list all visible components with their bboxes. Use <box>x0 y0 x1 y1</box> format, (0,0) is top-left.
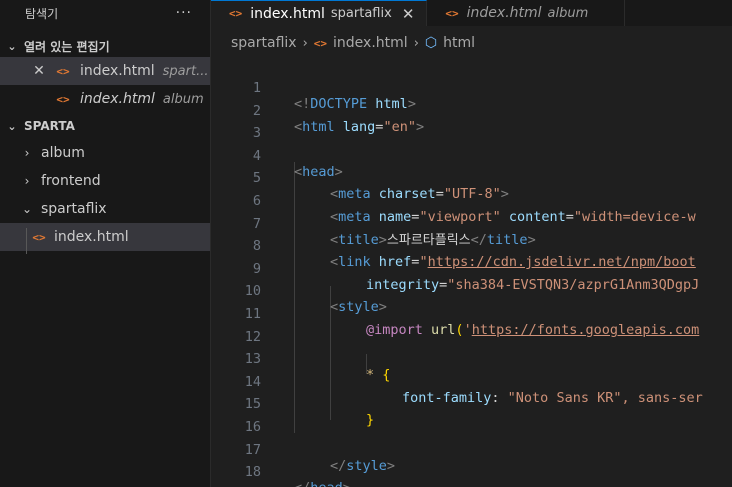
code-line: 16 <box>211 400 732 435</box>
folder-item-album[interactable]: › album <box>0 139 210 167</box>
symbol-icon: ⬡ <box>424 35 438 51</box>
html-file-icon: <> <box>313 36 328 50</box>
open-editors-title: 열려 있는 편집기 <box>24 39 110 54</box>
tab-name: index.html <box>466 5 542 21</box>
workspace-title: SPARTA <box>24 119 75 133</box>
code-line: 2 <html lang="en"> <box>211 84 732 135</box>
code-line: 14 font-family: "Noto Sans KR", sans-ser <box>211 355 732 406</box>
more-actions-icon[interactable]: ··· <box>176 5 192 21</box>
open-editors-section[interactable]: ⌄ 열려 있는 편집기 <box>0 35 210 57</box>
chevron-right-icon: › <box>413 35 419 51</box>
code-line: 18 </head> <box>211 445 732 487</box>
open-editor-item[interactable]: ✕ <> index.html spart... <box>0 57 210 85</box>
html-file-icon: <> <box>56 64 70 78</box>
breadcrumb-symbol[interactable]: html <box>443 35 475 51</box>
open-editor-name: index.html <box>80 63 155 79</box>
chevron-down-icon: ⌄ <box>21 202 33 216</box>
code-line: 19 <box>211 468 732 487</box>
open-editor-item[interactable]: <> index.html album <box>0 85 210 113</box>
folder-name: frontend <box>41 173 101 189</box>
folder-name: album <box>41 145 85 161</box>
code-line: 15 } <box>211 377 732 428</box>
folder-item-frontend[interactable]: › frontend <box>0 167 210 195</box>
html-file-icon: <> <box>445 6 459 20</box>
code-line: 4 <head> <box>211 129 732 180</box>
code-line: 7 <title>스파르타플릭스</title> <box>211 197 732 248</box>
folder-item-spartaflix[interactable]: ⌄ spartaflix <box>0 195 210 223</box>
folder-name: spartaflix <box>41 201 107 217</box>
code-line: 11 @import url('https://fonts.googleapis… <box>211 287 732 338</box>
code-line: 1 <!DOCTYPE html> <box>211 61 732 112</box>
chevron-right-icon: › <box>24 174 30 188</box>
code-line: 10 <style> <box>211 264 732 315</box>
breadcrumb-folder[interactable]: spartaflix <box>231 35 297 51</box>
chevron-right-icon: › <box>302 35 308 51</box>
code-line: 17 </style> <box>211 423 732 474</box>
code-line: 3 <box>211 106 732 141</box>
tab-index-album[interactable]: <> index.html album <box>427 0 626 26</box>
file-name: index.html <box>54 229 129 245</box>
code-line: 8 <link href="https://cdn.jsdelivr.net/n… <box>211 219 732 270</box>
code-line: 6 <meta name="viewport" content="width=d… <box>211 174 732 225</box>
code-line: 13 * { <box>211 332 732 383</box>
explorer-sidebar: 탐색기 ··· ⌄ 열려 있는 편집기 ✕ <> index.html spar… <box>0 0 211 487</box>
tab-desc: album <box>547 5 589 21</box>
tab-desc: spartaflix <box>330 6 392 21</box>
code-line: 12 <box>211 310 732 345</box>
tab-name: index.html <box>250 5 325 22</box>
explorer-title: 탐색기 <box>25 6 59 21</box>
breadcrumb: spartaflix › <> index.html › ⬡ html <box>211 26 732 60</box>
html-file-icon: <> <box>32 230 46 244</box>
open-editor-desc: album <box>162 91 204 107</box>
workspace-section[interactable]: ⌄ SPARTA <box>0 113 210 139</box>
chevron-down-icon: ⌄ <box>7 119 17 133</box>
chevron-right-icon: › <box>24 146 30 160</box>
open-editor-name: index.html <box>80 91 155 107</box>
breadcrumb-file[interactable]: index.html <box>333 35 408 51</box>
file-item-index[interactable]: <> index.html <box>0 223 210 251</box>
tab-bar: <> index.html spartaflix ✕ <> index.html… <box>211 0 732 26</box>
code-line: 9 integrity="sha384-EVSTQN3/azprG1Anm3QD… <box>211 242 732 293</box>
html-file-icon: <> <box>229 7 243 20</box>
close-icon[interactable]: ✕ <box>402 5 415 23</box>
code-line: 5 <meta charset="UTF-8"> <box>211 151 732 202</box>
html-file-icon: <> <box>56 92 70 106</box>
close-editor-icon[interactable]: ✕ <box>32 63 46 79</box>
indent-guide <box>26 228 27 254</box>
explorer-header: 탐색기 ··· <box>0 0 210 26</box>
open-editor-desc: spart... <box>162 63 209 79</box>
code-editor[interactable]: 1 <!DOCTYPE html> 2 <html lang="en"> 3 4… <box>211 60 732 487</box>
tab-index-spartaflix[interactable]: <> index.html spartaflix ✕ <box>211 0 428 26</box>
chevron-down-icon: ⌄ <box>7 39 17 53</box>
